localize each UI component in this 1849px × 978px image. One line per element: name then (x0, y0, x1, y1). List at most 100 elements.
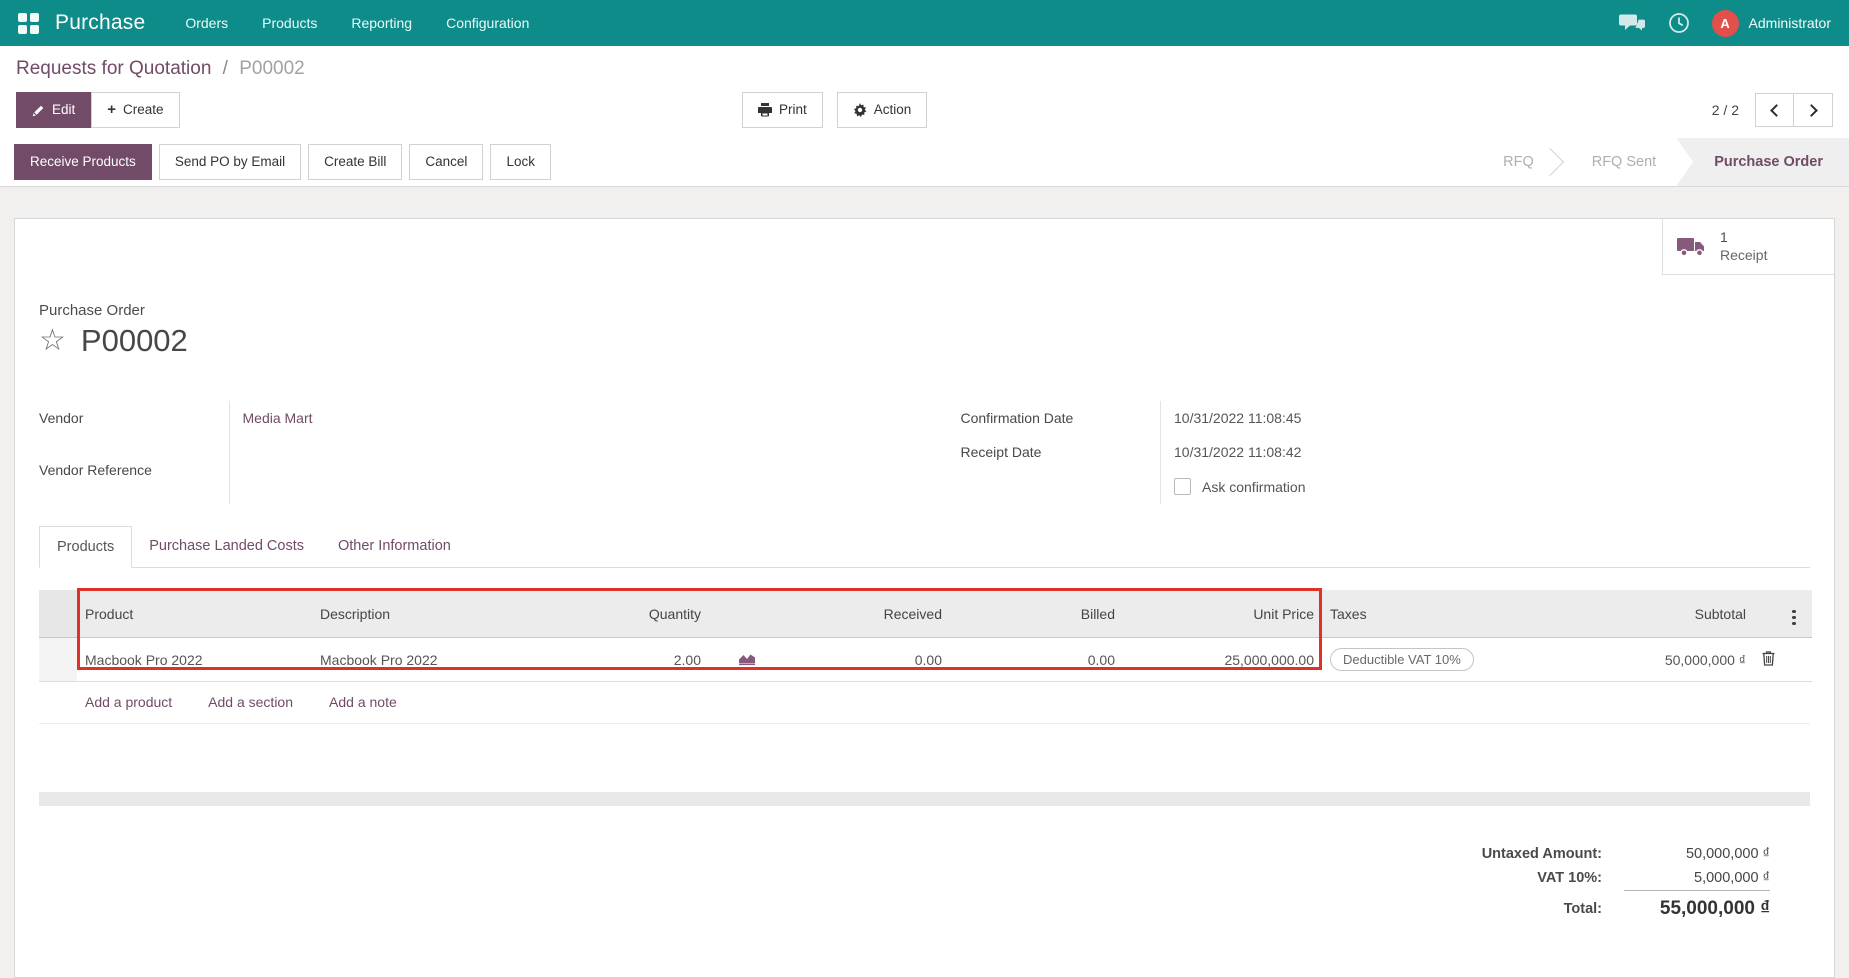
confirmation-date-value: 10/31/2022 11:08:45 (1160, 401, 1810, 435)
column-billed[interactable]: Billed (950, 590, 1123, 638)
add-a-note-link[interactable]: Add a note (329, 694, 397, 710)
pager-value[interactable]: 2 / 2 (1712, 102, 1739, 118)
untaxed-amount-row: Untaxed Amount: 50,000,000 ₫ (1482, 842, 1770, 866)
breadcrumb-current: P00002 (239, 58, 305, 79)
top-navbar: Purchase Orders Products Reporting Confi… (0, 0, 1849, 46)
confirmation-date-label: Confirmation Date (960, 410, 1074, 426)
column-description[interactable]: Description (312, 590, 547, 638)
form-sheet: 1 Receipt Purchase Order ☆ P00002 Vendor… (14, 218, 1835, 978)
send-po-by-email-button[interactable]: Send PO by Email (158, 144, 302, 180)
pager-previous-button[interactable] (1755, 93, 1794, 127)
cell-subtotal: 50,000,000 ₫ (1562, 637, 1754, 682)
column-subtotal[interactable]: Subtotal (1562, 590, 1754, 638)
ask-confirmation-label: Ask confirmation (1202, 478, 1306, 495)
field-confirmation-date: Confirmation Date 10/31/2022 11:08:45 (960, 401, 1810, 435)
cell-delete (1754, 637, 1780, 682)
statusbar: Receive Products Send PO by Email Create… (0, 138, 1849, 187)
favorite-star-icon[interactable]: ☆ (39, 326, 66, 356)
cell-quantity: 2.00 (547, 637, 709, 682)
status-separator (1535, 138, 1572, 186)
main-menu: Orders Products Reporting Configuration (185, 15, 529, 31)
user-name[interactable]: Administrator (1749, 15, 1831, 31)
field-receipt-date: Receipt Date 10/31/2022 11:08:42 (960, 435, 1810, 469)
cancel-button[interactable]: Cancel (409, 144, 484, 180)
add-a-section-link[interactable]: Add a section (208, 694, 293, 710)
total-value: 55,000,000 ₫ (1624, 890, 1770, 924)
vendor-label: Vendor (39, 410, 84, 426)
notebook-tabs: Products Purchase Landed Costs Other Inf… (39, 526, 1810, 568)
cell-description: Macbook Pro 2022 (312, 637, 547, 682)
vat-value: 5,000,000 ₫ (1694, 870, 1770, 886)
receipt-date-label: Receipt Date (960, 444, 1042, 460)
action-button[interactable]: Action (836, 92, 928, 128)
column-product[interactable]: Product (77, 590, 312, 638)
optional-columns-header (1780, 590, 1812, 638)
pager-next-button[interactable] (1794, 93, 1833, 127)
cell-received: 0.00 (785, 637, 950, 682)
gear-icon (853, 103, 867, 117)
tab-other-information[interactable]: Other Information (321, 526, 468, 568)
tab-products[interactable]: Products (39, 526, 133, 568)
menu-products[interactable]: Products (262, 15, 317, 31)
kebab-menu-icon[interactable] (1788, 608, 1800, 628)
cell-product: Macbook Pro 2022 (77, 637, 312, 682)
vendor-value[interactable]: Media Mart (228, 401, 889, 453)
add-a-product-link[interactable]: Add a product (85, 694, 172, 710)
button-box: 1 Receipt (15, 219, 1834, 275)
notes-separator-bar (39, 792, 1810, 806)
form-view: 1 Receipt Purchase Order ☆ P00002 Vendor… (0, 187, 1849, 978)
order-lines-table: Product Description Quantity Received Bi… (39, 588, 1812, 724)
receipt-stat-button[interactable]: 1 Receipt (1662, 219, 1834, 275)
vendor-reference-label: Vendor Reference (39, 461, 152, 478)
tab-purchase-landed-costs[interactable]: Purchase Landed Costs (132, 526, 321, 568)
menu-reporting[interactable]: Reporting (351, 15, 412, 31)
pencil-icon (32, 104, 45, 117)
print-button[interactable]: Print (742, 92, 823, 128)
receipt-label: Receipt (1720, 246, 1768, 263)
status-step-rfq-sent[interactable]: RFQ Sent (1572, 138, 1676, 186)
breadcrumb-separator: / (222, 58, 228, 79)
breadcrumb-parent[interactable]: Requests for Quotation (16, 58, 211, 79)
trash-icon[interactable] (1762, 650, 1775, 666)
create-button[interactable]: + Create (91, 92, 180, 128)
column-received[interactable]: Received (785, 590, 950, 638)
receive-products-button[interactable]: Receive Products (14, 144, 152, 180)
vendor-reference-value (228, 452, 889, 504)
column-unit-price[interactable]: Unit Price (1123, 590, 1322, 638)
control-panel: Requests for Quotation / P00002 Edit + C… (0, 46, 1849, 138)
user-avatar[interactable]: A (1711, 9, 1739, 37)
field-vendor: Vendor Media Mart (39, 401, 889, 453)
table-header-row: Product Description Quantity Received Bi… (39, 590, 1812, 638)
apps-grid-icon[interactable] (18, 12, 39, 34)
column-quantity[interactable]: Quantity (547, 590, 709, 638)
create-bill-button[interactable]: Create Bill (308, 144, 403, 180)
record-type-label: Purchase Order (39, 302, 145, 319)
row-handle-header (39, 590, 77, 638)
vat-row: VAT 10%: 5,000,000 ₫ (1482, 866, 1770, 891)
area-chart-icon[interactable] (738, 651, 757, 666)
printer-icon (758, 103, 772, 117)
column-delete (1754, 590, 1780, 638)
tax-badge: Deductible VAT 10% (1330, 648, 1474, 671)
cell-taxes: Deductible VAT 10% (1322, 637, 1562, 682)
cell-forecast (709, 637, 785, 682)
status-step-purchase-order[interactable]: Purchase Order (1676, 138, 1849, 186)
messages-icon[interactable] (1618, 13, 1646, 34)
cell-unit-price: 25,000,000.00 (1123, 637, 1322, 682)
truck-icon (1677, 236, 1707, 258)
ask-confirmation-checkbox[interactable] (1174, 478, 1191, 495)
menu-configuration[interactable]: Configuration (446, 15, 529, 31)
lock-button[interactable]: Lock (490, 144, 551, 180)
right-field-group: Confirmation Date 10/31/2022 11:08:45 Re… (960, 401, 1810, 504)
chevron-right-icon (1804, 103, 1818, 117)
line-actions: Add a product Add a section Add a note (39, 682, 1810, 724)
untaxed-amount-value: 50,000,000 ₫ (1685, 846, 1770, 862)
total-row: Total: 55,000,000 ₫ (1482, 890, 1770, 924)
app-name[interactable]: Purchase (55, 11, 145, 35)
column-taxes[interactable]: Taxes (1322, 590, 1562, 638)
record-name: P00002 (80, 323, 188, 358)
menu-orders[interactable]: Orders (185, 15, 228, 31)
edit-button[interactable]: Edit (16, 92, 92, 128)
activities-clock-icon[interactable] (1668, 12, 1690, 34)
table-row[interactable]: Macbook Pro 2022 Macbook Pro 2022 2.00 0… (39, 637, 1812, 682)
